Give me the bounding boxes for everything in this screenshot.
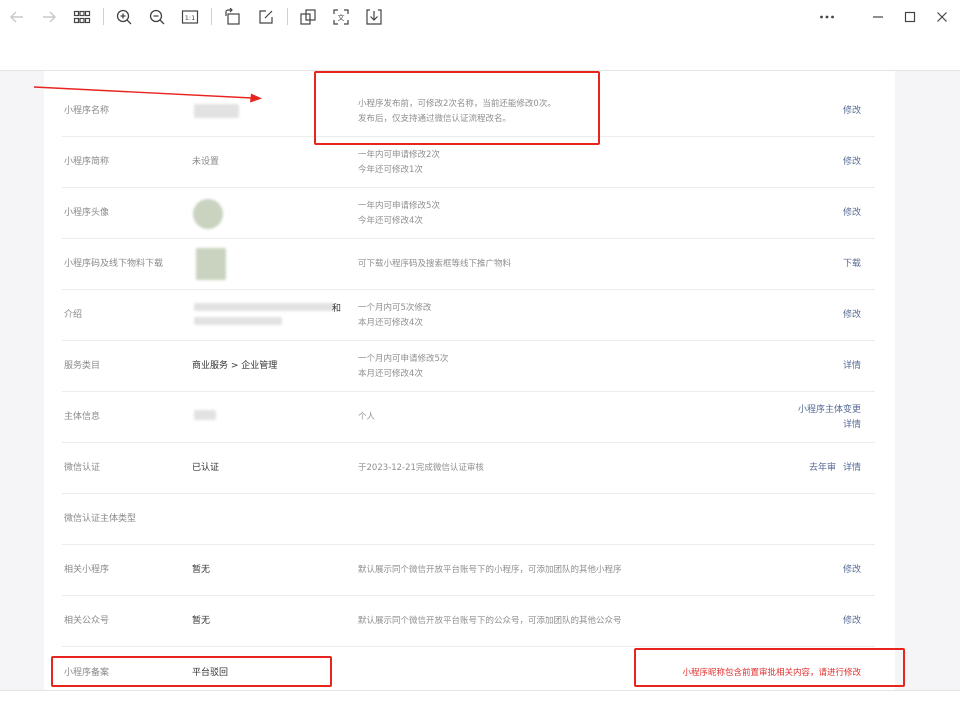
row-value: 已认证 (192, 463, 220, 473)
row-value: 和 (332, 304, 342, 314)
settings-row-subject: 主体信息 个人 小程序主体变更 详情 (62, 392, 875, 443)
details-link[interactable]: 详情 (843, 461, 861, 476)
redacted-name (194, 104, 239, 118)
image-viewer-toolbar: 1:1 文 (0, 0, 960, 34)
ocr-icon[interactable]: 文 (329, 5, 353, 29)
minimize-icon[interactable] (866, 5, 890, 29)
subject-actions: 小程序主体变更 详情 (798, 392, 861, 443)
toolbar-spacer (0, 34, 960, 71)
mini-program-settings-panel: 小程序名称 小程序发布前，可修改2次名称，当前还能修改0次。 发布后，仅支持通过… (44, 71, 895, 690)
download-link[interactable]: 下载 (843, 239, 861, 290)
qrcode-thumbnail (196, 248, 226, 280)
row-label: 服务类目 (64, 361, 101, 371)
details-link[interactable]: 详情 (843, 341, 861, 392)
modify-link[interactable]: 修改 (843, 188, 861, 239)
settings-row-related-official-account: 相关公众号 暂无 默认展示同个微信开放平台账号下的公众号，可添加团队的其他公众号… (62, 596, 875, 647)
settings-row-verification-type: 微信认证主体类型 (62, 494, 875, 545)
settings-row-related-miniprogram: 相关小程序 暂无 默认展示同个微信开放平台账号下的小程序，可添加团队的其他小程序… (62, 545, 875, 596)
redacted-intro-line-1 (194, 303, 334, 311)
row-label: 主体信息 (64, 412, 101, 422)
actual-size-icon[interactable]: 1:1 (178, 5, 202, 29)
arrow-left-icon[interactable] (5, 5, 29, 29)
modify-link[interactable]: 修改 (843, 86, 861, 137)
copy-icon[interactable] (296, 5, 320, 29)
arrow-right-icon[interactable] (37, 5, 61, 29)
row-label: 小程序码及线下物料下载 (64, 259, 164, 269)
subject-change-link[interactable]: 小程序主体变更 (798, 403, 861, 418)
row-label: 小程序简称 (64, 157, 110, 167)
row-label: 相关小程序 (64, 565, 110, 575)
row-desc: 一年内可申请修改5次 今年还可修改4次 (358, 200, 440, 226)
row-desc: 于2023-12-21完成微信认证审核 (358, 463, 484, 473)
row-value: 暂无 (192, 565, 211, 575)
settings-row-category: 服务类目 商业服务 > 企业管理 一个月内可申请修改5次 本月还可修改4次 详情 (62, 341, 875, 392)
edit-icon[interactable] (254, 5, 278, 29)
row-desc: 可下载小程序码及搜索框等线下推广物料 (358, 259, 512, 269)
modify-link[interactable]: 修改 (843, 137, 861, 188)
zoom-out-icon[interactable] (145, 5, 169, 29)
download-icon[interactable] (362, 5, 386, 29)
details-link[interactable]: 详情 (843, 418, 861, 433)
modify-link[interactable]: 修改 (843, 545, 861, 596)
row-value: 商业服务 > 企业管理 (192, 361, 278, 371)
row-value: 暂无 (192, 616, 211, 626)
maximize-icon[interactable] (898, 5, 922, 29)
grid-icon[interactable] (70, 5, 94, 29)
row-label: 小程序头像 (64, 208, 110, 218)
settings-row-verification: 微信认证 已认证 于2023-12-21完成微信认证审核 去年审 详情 (62, 443, 875, 494)
annual-review-link[interactable]: 去年审 (809, 461, 836, 476)
image-canvas: 小程序名称 小程序发布前，可修改2次名称，当前还能修改0次。 发布后，仅支持通过… (0, 71, 960, 690)
avatar (193, 199, 223, 229)
annotation-box-filing (51, 656, 332, 687)
close-icon[interactable] (930, 5, 954, 29)
row-desc: 一个月内可申请修改5次 本月还可修改4次 (358, 353, 449, 379)
row-label: 微信认证主体类型 (64, 514, 137, 524)
svg-text:文: 文 (338, 13, 345, 22)
rotate-icon[interactable] (221, 5, 245, 29)
annotation-box-name-rule (314, 71, 600, 145)
viewer-bottom-bar (0, 690, 960, 720)
verification-actions: 去年审 详情 (809, 443, 861, 494)
settings-row-qrcode: 小程序码及线下物料下载 可下载小程序码及搜索框等线下推广物料 下载 (62, 239, 875, 290)
row-label: 微信认证 (64, 463, 101, 473)
row-label: 介绍 (64, 310, 83, 320)
row-desc: 个人 (358, 412, 376, 422)
modify-link[interactable]: 修改 (843, 596, 861, 647)
row-desc: 一个月内可5次修改 本月还可修改4次 (358, 302, 432, 328)
annotation-box-rejection (634, 648, 905, 687)
modify-link[interactable]: 修改 (843, 290, 861, 341)
annotation-arrow (33, 86, 262, 103)
settings-row-intro: 介绍 和 一个月内可5次修改 本月还可修改4次 修改 (62, 290, 875, 341)
zoom-in-icon[interactable] (112, 5, 136, 29)
svg-text:1:1: 1:1 (185, 14, 195, 22)
settings-row-avatar: 小程序头像 一年内可申请修改5次 今年还可修改4次 修改 (62, 188, 875, 239)
more-icon[interactable] (815, 5, 839, 29)
row-value: 未设置 (192, 157, 220, 167)
row-desc: 默认展示同个微信开放平台账号下的小程序，可添加团队的其他小程序 (358, 565, 622, 575)
row-label: 相关公众号 (64, 616, 110, 626)
redacted-subject (194, 410, 216, 420)
redacted-intro-line-2 (194, 317, 282, 325)
row-desc: 默认展示同个微信开放平台账号下的公众号，可添加团队的其他公众号 (358, 616, 622, 626)
